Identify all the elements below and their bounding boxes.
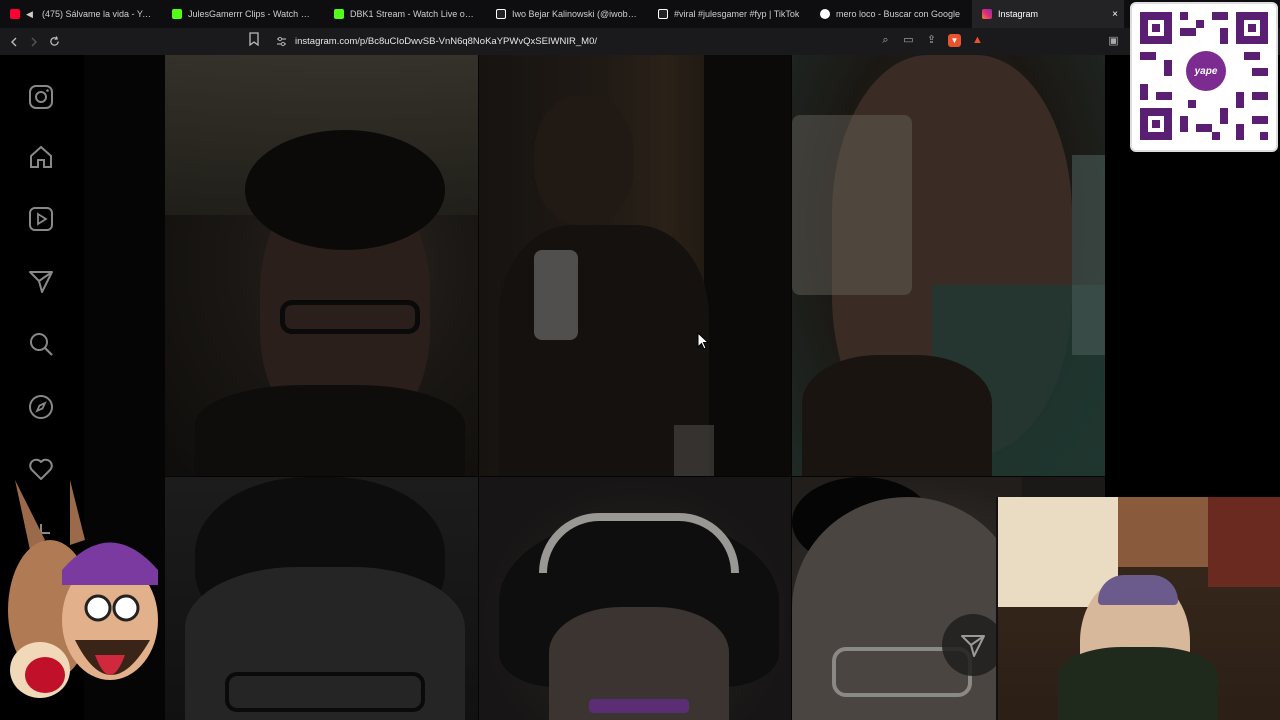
notifications-icon[interactable]: [27, 455, 55, 483]
reload-icon: [49, 36, 59, 46]
kick-icon: [334, 9, 344, 19]
speaker-icon: ◀: [26, 9, 33, 19]
search-icon[interactable]: [27, 330, 55, 358]
tab-instagram[interactable]: Instagram ×: [972, 0, 1124, 28]
messages-icon[interactable]: [27, 267, 55, 295]
mouse-cursor-icon: [697, 332, 709, 350]
navigation-bar: instagram.com/p/Bc8uCIoDwvSB-VnN6q8NoKaY…: [0, 28, 1280, 55]
tab-title: Iwo Bejar Kalinowski (@iwobeka) | T: [512, 9, 638, 19]
share-icon[interactable]: ⇪: [925, 34, 938, 47]
tab-tiktok-profile[interactable]: Iwo Bejar Kalinowski (@iwobeka) | T: [486, 0, 648, 28]
close-tab-icon[interactable]: ×: [1112, 9, 1118, 20]
post-thumbnail[interactable]: [165, 477, 478, 720]
tab-title: mero loco - Buscar con Google: [836, 9, 961, 19]
tab-title: Instagram: [998, 9, 1039, 19]
tab-google[interactable]: mero loco - Buscar con Google: [810, 0, 972, 28]
brave-rewards-icon[interactable]: ▲: [971, 34, 984, 47]
sidebar-toggle-icon[interactable]: ▣: [1107, 35, 1120, 48]
back-button[interactable]: [4, 32, 24, 52]
tab-kick-dbk1[interactable]: DBK1 Stream - Watch Live on Kick: [324, 0, 486, 28]
yape-logo: yape: [1186, 51, 1226, 91]
address-bar[interactable]: instagram.com/p/Bc8uCIoDwvSB-VnN6q8NoKaY…: [270, 32, 990, 51]
bookmark-icon[interactable]: [248, 32, 260, 46]
tab-title: (475) Sálvame la vida - YouTube: [42, 9, 152, 19]
tab-tiktok-viral[interactable]: #viral #julesgamer #fyp | TikTok: [648, 0, 810, 28]
forward-arrow-icon: [31, 37, 37, 46]
google-icon: [820, 9, 830, 19]
back-arrow-icon: [11, 37, 17, 46]
streamer-mascot: [8, 480, 158, 698]
url-text: instagram.com/p/Bc8uCIoDwvSB-VnN6q8NoKaY…: [295, 36, 597, 47]
tab-title: DBK1 Stream - Watch Live on Kick: [350, 9, 476, 19]
share-floating-button[interactable]: [942, 614, 1004, 676]
instagram-logo-icon[interactable]: [27, 83, 55, 111]
tab-strip: ◀ (475) Sálvame la vida - YouTube JulesG…: [0, 0, 1280, 28]
reload-button[interactable]: [44, 32, 64, 52]
youtube-icon: [10, 9, 20, 19]
zoom-icon[interactable]: ⌕: [879, 34, 892, 47]
kick-icon: [172, 9, 182, 19]
tiktok-icon: [496, 9, 506, 19]
tab-kick-clips[interactable]: JulesGamerrr Clips - Watch Live on K: [162, 0, 324, 28]
post-thumbnail[interactable]: [792, 55, 1105, 476]
instagram-icon: [982, 9, 992, 19]
reels-icon[interactable]: [27, 205, 55, 233]
tab-title: #viral #julesgamer #fyp | TikTok: [674, 9, 800, 19]
forward-button[interactable]: [24, 32, 44, 52]
cast-icon[interactable]: ▭: [902, 34, 915, 47]
streamer-webcam: [996, 497, 1280, 720]
post-thumbnail[interactable]: [479, 477, 791, 720]
tab-title: JulesGamerrr Clips - Watch Live on K: [188, 9, 314, 19]
tab-youtube[interactable]: ◀ (475) Sálvame la vida - YouTube: [0, 0, 162, 28]
post-thumbnail[interactable]: [165, 55, 478, 476]
tiktok-icon: [658, 9, 668, 19]
qr-code-overlay: yape: [1130, 2, 1278, 152]
brave-shield-icon[interactable]: ▼: [948, 34, 961, 47]
site-settings-icon[interactable]: [276, 36, 287, 47]
home-icon[interactable]: [27, 143, 55, 171]
screen: ◀ (475) Sálvame la vida - YouTube JulesG…: [0, 0, 1280, 720]
post-thumbnail[interactable]: [479, 55, 791, 476]
messages-icon: [961, 635, 985, 657]
explore-icon[interactable]: [27, 393, 55, 421]
